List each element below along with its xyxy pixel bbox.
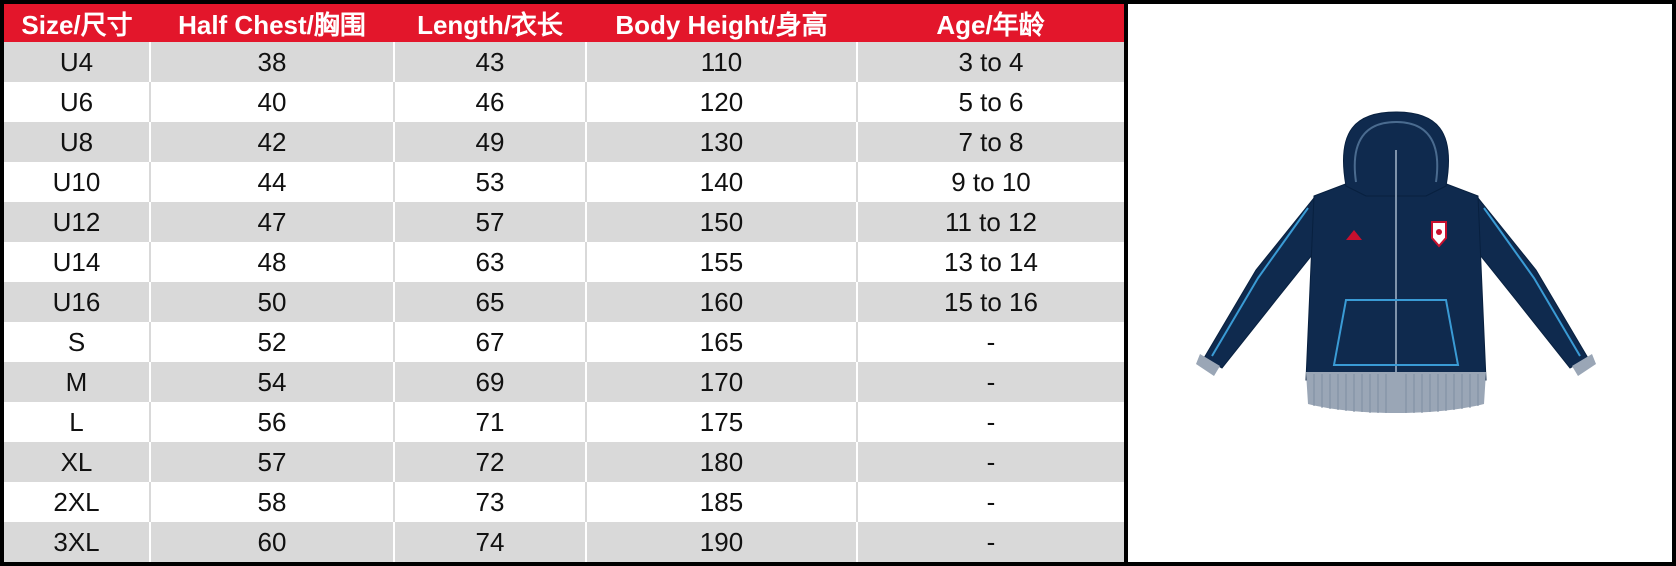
cell-age: 15 to 16	[857, 282, 1124, 322]
cell-half-chest: 54	[150, 362, 395, 402]
cell-body-height: 130	[586, 122, 858, 162]
cell-age: -	[857, 482, 1124, 522]
cell-body-height: 165	[586, 322, 858, 362]
cell-age: 11 to 12	[857, 202, 1124, 242]
cell-body-height: 160	[586, 282, 858, 322]
cell-half-chest: 60	[150, 522, 395, 562]
cell-size: 2XL	[4, 482, 151, 522]
cell-half-chest: 42	[150, 122, 395, 162]
table-header-row: Size/尺寸 Half Chest/胸围 Length/衣长 Body Hei…	[4, 4, 1124, 42]
cell-size: U16	[4, 282, 151, 322]
table-row: U10 44 53 140 9 to 10	[4, 162, 1124, 202]
table-row: XL 57 72 180-	[4, 442, 1124, 482]
header-half-chest: Half Chest/胸围	[150, 4, 394, 42]
table-row: S 52 67 165-	[4, 322, 1124, 362]
header-age: Age/年龄	[857, 4, 1124, 42]
cell-size: L	[4, 402, 151, 442]
cell-length: 49	[394, 122, 587, 162]
cell-length: 74	[394, 522, 587, 562]
cell-size: XL	[4, 442, 151, 482]
cell-age: -	[857, 442, 1124, 482]
cell-age: 9 to 10	[857, 162, 1124, 202]
table-row: U6 40 46 120 5 to 6	[4, 82, 1124, 122]
cell-size: U14	[4, 242, 151, 282]
cell-age: -	[857, 322, 1124, 362]
header-length: Length/衣长	[394, 4, 586, 42]
cell-half-chest: 44	[150, 162, 395, 202]
cell-body-height: 110	[586, 42, 858, 82]
cell-length: 53	[394, 162, 587, 202]
cell-body-height: 120	[586, 82, 858, 122]
cell-half-chest: 38	[150, 42, 395, 82]
table-row: U4 38 43 110 3 to 4	[4, 42, 1124, 82]
size-table: Size/尺寸 Half Chest/胸围 Length/衣长 Body Hei…	[4, 4, 1124, 562]
cell-length: 67	[394, 322, 587, 362]
cell-body-height: 170	[586, 362, 858, 402]
cell-length: 57	[394, 202, 587, 242]
cell-size: U12	[4, 202, 151, 242]
cell-half-chest: 58	[150, 482, 395, 522]
cell-half-chest: 47	[150, 202, 395, 242]
cell-body-height: 180	[586, 442, 858, 482]
cell-half-chest: 50	[150, 282, 395, 322]
table-row: U8 42 49 130 7 to 8	[4, 122, 1124, 162]
cell-length: 73	[394, 482, 587, 522]
cell-length: 46	[394, 82, 587, 122]
cell-half-chest: 52	[150, 322, 395, 362]
cell-age: -	[857, 402, 1124, 442]
cell-length: 69	[394, 362, 587, 402]
cell-size: M	[4, 362, 151, 402]
cell-half-chest: 56	[150, 402, 395, 442]
cell-age: 7 to 8	[857, 122, 1124, 162]
cell-body-height: 185	[586, 482, 858, 522]
cell-size: U6	[4, 82, 151, 122]
cell-length: 65	[394, 282, 587, 322]
cell-length: 43	[394, 42, 587, 82]
size-chart-frame: Size/尺寸 Half Chest/胸围 Length/衣长 Body Hei…	[0, 0, 1676, 566]
cell-half-chest: 40	[150, 82, 395, 122]
table-row: 3XL 60 74 190-	[4, 522, 1124, 562]
cell-body-height: 190	[586, 522, 858, 562]
cell-age: -	[857, 362, 1124, 402]
cell-age: 5 to 6	[857, 82, 1124, 122]
cell-age: -	[857, 522, 1124, 562]
table-row: U12 47 57 150 11 to 12	[4, 202, 1124, 242]
cell-body-height: 150	[586, 202, 858, 242]
cell-size: U8	[4, 122, 151, 162]
table-row: L 56 71 175-	[4, 402, 1124, 442]
header-body-height: Body Height/身高	[586, 4, 857, 42]
cell-half-chest: 48	[150, 242, 395, 282]
cell-size: S	[4, 322, 151, 362]
table-body: U4 38 43 110 3 to 4 U6 40 46 120 5 to 6 U8 42 49 130 7…	[4, 42, 1124, 562]
hoodie-icon	[1196, 111, 1596, 413]
cell-half-chest: 57	[150, 442, 395, 482]
cell-length: 63	[394, 242, 587, 282]
cell-size: U10	[4, 162, 151, 202]
table-row: M 54 69 170-	[4, 362, 1124, 402]
cell-age: 3 to 4	[857, 42, 1124, 82]
table-row: U16 50 65 160 15 to 16	[4, 282, 1124, 322]
table-row: U14 48 63 155 13 to 14	[4, 242, 1124, 282]
cell-body-height: 140	[586, 162, 858, 202]
cell-body-height: 175	[586, 402, 858, 442]
cell-body-height: 155	[586, 242, 858, 282]
cell-length: 72	[394, 442, 587, 482]
cell-age: 13 to 14	[857, 242, 1124, 282]
product-image-panel	[1128, 4, 1672, 562]
table-row: 2XL 58 73 185-	[4, 482, 1124, 522]
cell-size: U4	[4, 42, 151, 82]
cell-size: 3XL	[4, 522, 151, 562]
size-table-container: Size/尺寸 Half Chest/胸围 Length/衣长 Body Hei…	[4, 4, 1124, 566]
cell-length: 71	[394, 402, 587, 442]
header-size: Size/尺寸	[4, 4, 150, 42]
